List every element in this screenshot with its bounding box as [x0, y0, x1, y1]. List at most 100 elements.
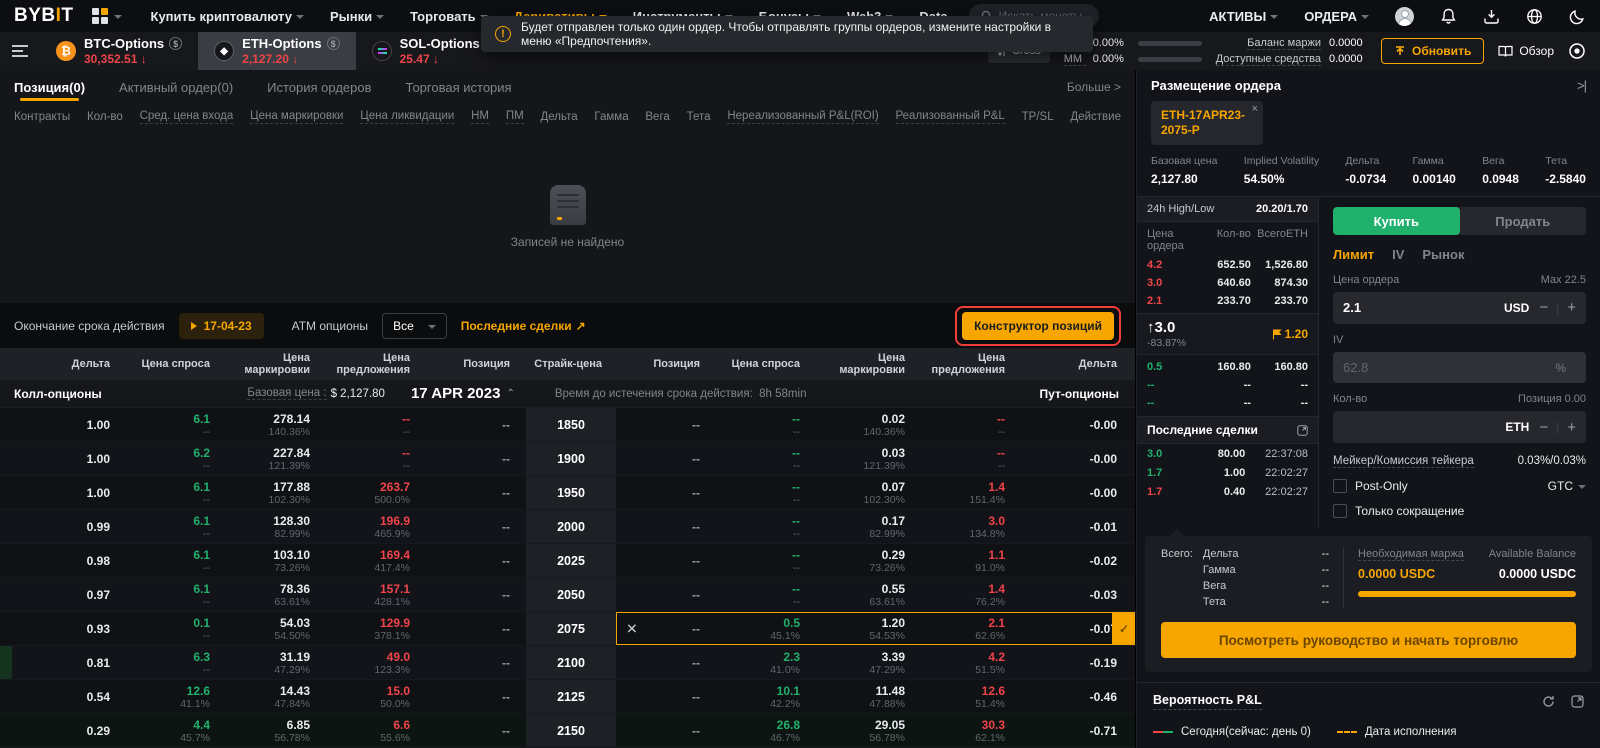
call-ask-cell[interactable]: 157.1428.1%: [326, 578, 426, 611]
order-type-tab[interactable]: Рынок: [1422, 247, 1464, 262]
put-mark-cell[interactable]: 1.2054.53%: [816, 612, 921, 645]
time-in-force-dropdown[interactable]: GTC: [1548, 479, 1586, 493]
call-bid-cell[interactable]: 6.1--: [126, 408, 226, 441]
trade-row[interactable]: 3.080.0022:37:08: [1137, 444, 1318, 463]
call-mark-cell[interactable]: 227.84121.39%: [226, 442, 326, 475]
put-bid-cell[interactable]: 26.846.7%: [716, 714, 816, 747]
buy-button[interactable]: Купить: [1333, 207, 1460, 235]
call-delta-cell[interactable]: 0.29: [0, 714, 126, 747]
put-delta-cell[interactable]: -0.00: [1021, 408, 1135, 441]
call-delta-cell[interactable]: 1.00: [0, 442, 126, 475]
call-mark-cell[interactable]: 177.88102.30%: [226, 476, 326, 509]
deselect-contract-icon[interactable]: ✕: [626, 620, 638, 637]
sell-button[interactable]: Продать: [1460, 207, 1587, 235]
call-delta-cell[interactable]: 0.97: [0, 578, 126, 611]
download-icon[interactable]: [1483, 8, 1500, 25]
strike-price[interactable]: 2050: [526, 578, 616, 611]
call-bid-cell[interactable]: 6.3--: [126, 646, 226, 679]
decrement-button[interactable]: −: [1539, 299, 1548, 316]
put-position-cell[interactable]: --: [616, 510, 716, 543]
put-bid-cell[interactable]: 0.545.1%: [716, 612, 816, 645]
call-bid-cell[interactable]: 4.445.7%: [126, 714, 226, 747]
put-position-cell[interactable]: --: [616, 476, 716, 509]
call-mark-cell[interactable]: 78.3663.61%: [226, 578, 326, 611]
strike-price[interactable]: 2025: [526, 544, 616, 577]
increment-button[interactable]: +: [1567, 299, 1576, 316]
price-input[interactable]: 2.1 USD −|+: [1333, 292, 1586, 324]
post-only-checkbox[interactable]: Post-Only: [1333, 479, 1408, 493]
call-delta-cell[interactable]: 1.00: [0, 476, 126, 509]
put-mark-cell[interactable]: 0.07102.30%: [816, 476, 921, 509]
order-type-tab[interactable]: IV: [1392, 247, 1404, 262]
assets-menu[interactable]: АКТИВЫ: [1209, 9, 1278, 24]
call-bid-cell[interactable]: 6.1--: [126, 578, 226, 611]
put-position-cell[interactable]: --: [616, 578, 716, 611]
reduce-only-checkbox[interactable]: Только сокращение: [1333, 504, 1464, 518]
call-position-cell[interactable]: --: [426, 714, 526, 747]
put-position-cell[interactable]: --: [616, 714, 716, 747]
more-link[interactable]: Больше >: [1067, 80, 1121, 94]
put-mark-cell[interactable]: 3.3947.29%: [816, 646, 921, 679]
put-position-cell[interactable]: --: [616, 442, 716, 475]
bid-row[interactable]: ------: [1137, 376, 1318, 394]
positions-tab[interactable]: Активный ордер(0): [119, 70, 233, 104]
call-ask-cell[interactable]: 129.9378.1%: [326, 612, 426, 645]
put-mark-cell[interactable]: 0.03121.39%: [816, 442, 921, 475]
close-icon[interactable]: ×: [1252, 103, 1258, 115]
expand-icon[interactable]: [1297, 425, 1308, 436]
call-position-cell[interactable]: --: [426, 510, 526, 543]
nav-item-купить-криптовалюту[interactable]: Купить криптовалюту: [138, 0, 317, 32]
call-ask-cell[interactable]: 169.4417.4%: [326, 544, 426, 577]
call-bid-cell[interactable]: 6.1--: [126, 544, 226, 577]
put-bid-cell[interactable]: 10.142.2%: [716, 680, 816, 713]
recent-trades-link[interactable]: Последние сделки↗: [461, 319, 586, 333]
put-bid-cell[interactable]: ----: [716, 442, 816, 475]
call-delta-cell[interactable]: 0.99: [0, 510, 126, 543]
atm-dropdown[interactable]: Все: [382, 313, 447, 339]
bybit-logo[interactable]: BYBIT: [14, 5, 74, 27]
positions-tab[interactable]: История ордеров: [267, 70, 371, 104]
strike-price[interactable]: 2100: [526, 646, 616, 679]
put-delta-cell[interactable]: -0.46: [1021, 680, 1135, 713]
call-ask-cell[interactable]: 6.655.6%: [326, 714, 426, 747]
strike-price[interactable]: 2075: [526, 612, 616, 645]
increment-button[interactable]: +: [1567, 419, 1576, 436]
put-position-cell[interactable]: --: [616, 544, 716, 577]
call-delta-cell[interactable]: 0.81: [0, 646, 126, 679]
call-delta-cell[interactable]: 0.93: [0, 612, 126, 645]
call-bid-cell[interactable]: 6.1--: [126, 476, 226, 509]
decrement-button[interactable]: −: [1539, 419, 1548, 436]
put-bid-cell[interactable]: ----: [716, 510, 816, 543]
strike-price[interactable]: 1950: [526, 476, 616, 509]
call-ask-cell[interactable]: 263.7500.0%: [326, 476, 426, 509]
strike-price[interactable]: 1850: [526, 408, 616, 441]
preferences-icon[interactable]: [1568, 42, 1586, 60]
collapse-chevron-icon[interactable]: ⌃: [506, 388, 514, 399]
call-position-cell[interactable]: --: [426, 442, 526, 475]
put-bid-cell[interactable]: ----: [716, 408, 816, 441]
put-mark-cell[interactable]: 0.2973.26%: [816, 544, 921, 577]
positions-tab[interactable]: Позиция(0): [14, 70, 85, 104]
position-builder-button[interactable]: Конструктор позиций: [962, 312, 1114, 340]
put-ask-cell[interactable]: 1.4151.4%: [921, 476, 1021, 509]
put-mark-cell[interactable]: 0.5563.61%: [816, 578, 921, 611]
call-bid-cell[interactable]: 6.1--: [126, 510, 226, 543]
put-bid-cell[interactable]: ----: [716, 476, 816, 509]
put-delta-cell[interactable]: -0.02: [1021, 544, 1135, 577]
call-mark-cell[interactable]: 6.8556.78%: [226, 714, 326, 747]
put-ask-cell[interactable]: 4.251.5%: [921, 646, 1021, 679]
call-position-cell[interactable]: --: [426, 578, 526, 611]
qty-input[interactable]: ETH −|+: [1333, 411, 1586, 443]
call-delta-cell[interactable]: 1.00: [0, 408, 126, 441]
put-ask-cell[interactable]: ----: [921, 408, 1021, 441]
markets-hamburger-icon[interactable]: [0, 32, 40, 70]
ask-row[interactable]: 2.1233.70233.70: [1137, 292, 1318, 310]
call-position-cell[interactable]: --: [426, 408, 526, 441]
put-position-cell[interactable]: --: [616, 646, 716, 679]
expiry-date-chip[interactable]: 17-04-23: [179, 313, 264, 339]
market-tab-eth[interactable]: ◆ETH-Options$2,127.20 ↓: [198, 32, 355, 70]
put-ask-cell[interactable]: 12.651.4%: [921, 680, 1021, 713]
dark-mode-moon-icon[interactable]: [1569, 8, 1586, 25]
put-ask-cell[interactable]: 2.162.6%: [921, 612, 1021, 645]
positions-tab[interactable]: Торговая история: [406, 70, 512, 104]
